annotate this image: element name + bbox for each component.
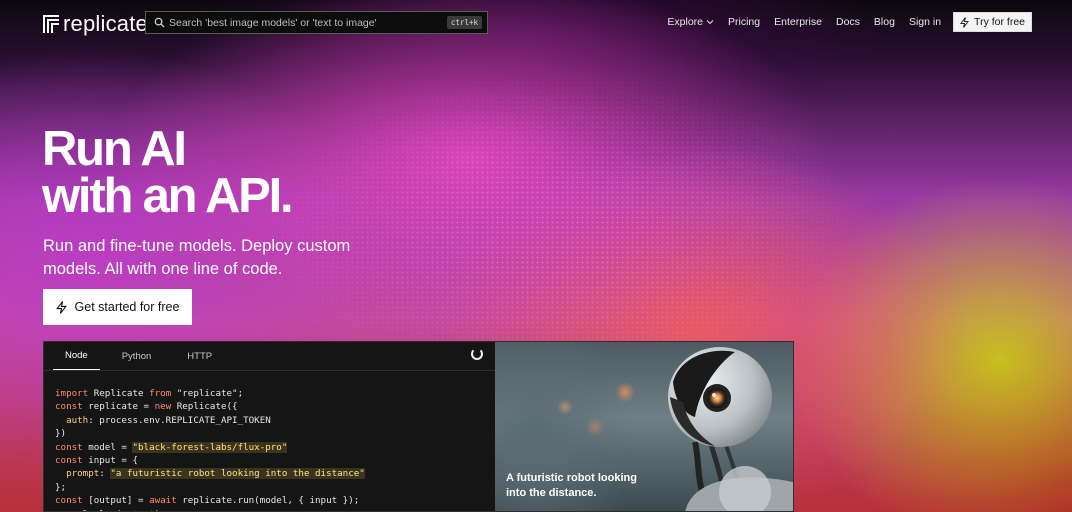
code-block: import Replicate from "replicate"; const…	[44, 371, 495, 511]
nav-pricing-link[interactable]: Pricing	[728, 16, 760, 28]
nav-explore-link[interactable]: Explore	[667, 16, 714, 28]
code-line: auth: process.env.REPLICATE_API_TOKEN	[66, 414, 271, 426]
tab-python[interactable]: Python	[110, 351, 164, 370]
code-line: };	[55, 481, 67, 493]
hero-title: Run AI with an API.	[42, 125, 294, 223]
language-tabs: Node Python HTTP	[44, 342, 495, 371]
search-bar[interactable]: ctrl+k	[145, 11, 488, 34]
lightning-bolt-icon	[960, 16, 970, 28]
replicate-logo-mark-icon	[43, 15, 59, 33]
code-line: const input = {	[55, 455, 138, 467]
code-line: const model = "black-forest-labs/flux-pr…	[55, 441, 288, 453]
replicate-logo[interactable]: replicate	[43, 11, 148, 37]
image-caption: A futuristic robot looking into the dist…	[506, 472, 637, 499]
hero-title-line-2: with an API.	[42, 169, 294, 223]
nav-docs-link[interactable]: Docs	[836, 16, 860, 28]
hero-title-line-1: Run AI	[42, 122, 187, 176]
nav-links: Explore Pricing Enterprise Docs Blog Sig…	[653, 12, 1032, 32]
brand-name: replicate	[63, 11, 148, 36]
chevron-down-icon	[706, 20, 714, 25]
search-shortcut-badge: ctrl+k	[446, 16, 482, 29]
nav-explore-label: Explore	[667, 16, 704, 28]
loading-spinner-icon	[471, 348, 483, 360]
generated-image-preview: A futuristic robot looking into the dist…	[495, 342, 793, 511]
nav-blog-link[interactable]: Blog	[874, 16, 895, 28]
try-for-free-button[interactable]: Try for free	[953, 12, 1032, 32]
code-line: const replicate = new Replicate({	[55, 401, 238, 413]
get-started-button[interactable]: Get started for free	[43, 289, 192, 325]
tab-http[interactable]: HTTP	[175, 351, 224, 370]
code-editor: Node Python HTTP import Replicate from "…	[44, 342, 495, 511]
code-line: import Replicate from "replicate";	[55, 388, 244, 399]
nav-sign-in-link[interactable]: Sign in	[909, 16, 941, 28]
search-input[interactable]	[169, 16, 447, 29]
nav-enterprise-link[interactable]: Enterprise	[774, 16, 822, 28]
try-for-free-label: Try for free	[974, 16, 1025, 28]
top-navigation: replicate ctrl+k Explore Pricing Enterpr…	[0, 0, 1072, 46]
code-line: prompt: "a futuristic robot looking into…	[66, 468, 365, 480]
code-line: console.log(output);	[55, 509, 166, 511]
tab-node[interactable]: Node	[53, 350, 100, 370]
code-example-panel: Node Python HTTP import Replicate from "…	[43, 341, 794, 512]
search-icon	[149, 17, 169, 28]
get-started-label: Get started for free	[74, 300, 180, 314]
lightning-bolt-icon	[55, 300, 67, 314]
code-line: const [output] = await replicate.run(mod…	[55, 495, 360, 507]
code-line: })	[55, 428, 67, 440]
hero-subtitle: Run and fine-tune models. Deploy custom …	[43, 237, 351, 278]
